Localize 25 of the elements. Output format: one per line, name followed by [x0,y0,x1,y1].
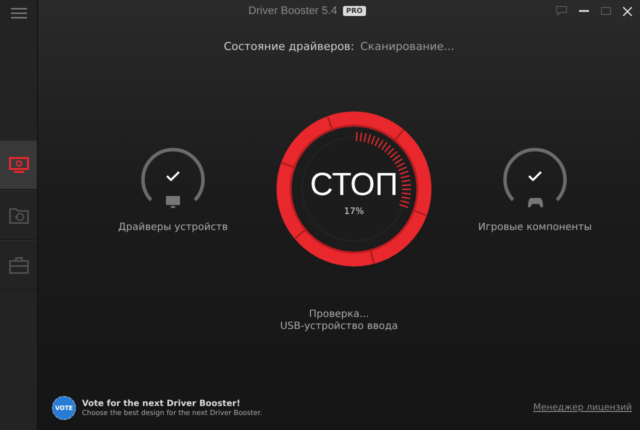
gamepad-icon [528,196,543,208]
sidebar-tab[interactable] [0,140,37,190]
toolbox-icon [8,256,28,274]
stop-button[interactable]: СТОП [310,166,398,202]
gauge-label: Драйверы устройств [118,222,228,232]
gauge-label: Игровые компоненты [478,222,592,232]
vote-title[interactable]: Vote for the next Driver Booster! [82,399,262,409]
window-title: Driver Booster 5.4 [248,5,338,17]
monitor-icon [166,196,180,208]
device-name: USB-устройство ввода [280,321,398,332]
monitor-icon [8,156,28,174]
close-icon[interactable] [623,6,632,16]
license-manager-link[interactable]: Менеджер лицензий [533,403,632,413]
sidebar-tab[interactable] [0,240,37,290]
gauge-arc [141,146,205,204]
progress-text: Проверка... [308,309,370,320]
feedback-icon[interactable] [556,6,567,16]
status-label: Состояние драйверов: [224,40,354,53]
folder-restore-icon [8,206,28,224]
status-value: Сканирование... [360,40,454,53]
progress-percent: 17% [344,206,364,216]
gauge-arc [503,146,567,204]
menu-icon[interactable] [10,8,26,18]
maximize-icon[interactable] [601,7,611,15]
sidebar-tab[interactable] [0,190,37,240]
